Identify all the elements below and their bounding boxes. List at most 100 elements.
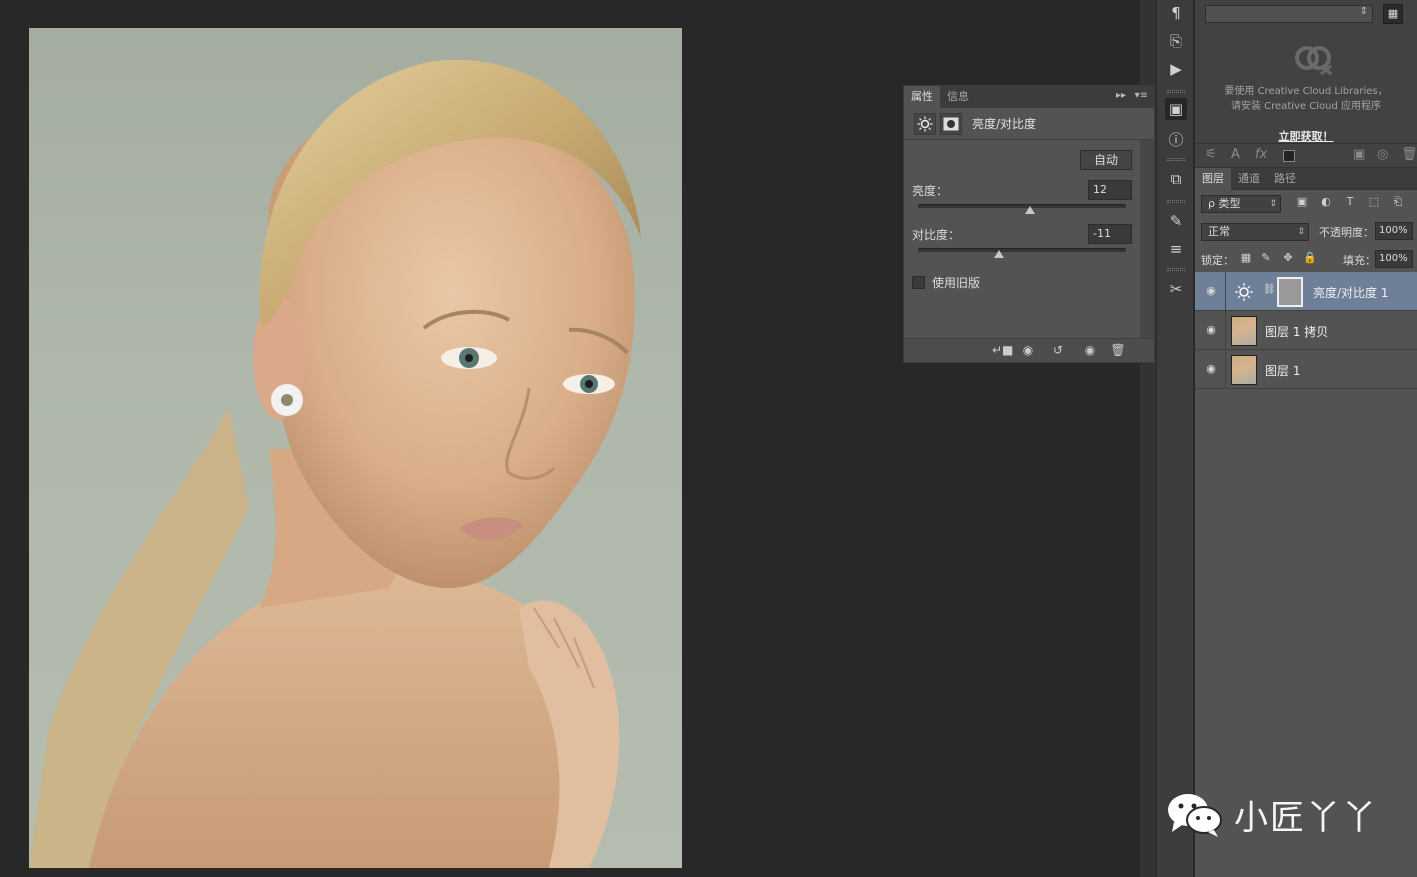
add-color-icon[interactable] <box>1283 150 1295 162</box>
properties-header: 亮度/对比度 <box>904 108 1154 140</box>
smart-object-filter-icon[interactable]: ⎗ <box>1391 195 1405 209</box>
add-layer-style-icon[interactable]: fx <box>1255 147 1267 162</box>
portrait-illustration <box>29 59 641 868</box>
layer-row[interactable]: ◉ 图层 1 <box>1195 350 1417 389</box>
auto-button[interactable]: 自动 <box>1080 150 1132 170</box>
tab-properties[interactable]: 属性 <box>904 86 940 108</box>
panel-grip[interactable] <box>1167 268 1185 271</box>
layer-filter-row: ρ 类型 ⇕ ▣ ◐ T ⬚ ⎗ <box>1195 190 1417 218</box>
layer-thumbnail[interactable] <box>1231 316 1257 346</box>
panel-grip[interactable] <box>1167 200 1185 203</box>
mask-thumbnail[interactable] <box>1277 277 1303 307</box>
eye-icon[interactable]: ◉ <box>1203 284 1219 298</box>
library-select[interactable] <box>1205 5 1373 23</box>
blend-mode-select[interactable]: 正常 ⇕ <box>1201 223 1309 241</box>
pixel-filter-icon[interactable]: ▣ <box>1295 195 1309 209</box>
view-previous-state-icon[interactable]: ◉ <box>1020 343 1036 357</box>
watermark-text: 小匠丫丫 <box>1234 798 1378 838</box>
lock-row: 锁定： ▦ ✎ ✥ 🔒 填充： 100% <box>1195 246 1417 274</box>
tab-paths[interactable]: 路径 <box>1267 168 1303 190</box>
brightness-adjustment-icon[interactable] <box>914 112 936 135</box>
brightness-slider-thumb[interactable] <box>1025 206 1036 214</box>
collapse-icon[interactable]: ▸▸ <box>1116 90 1126 101</box>
paragraph-icon[interactable]: ¶ <box>1165 2 1187 24</box>
brightness-input[interactable]: 12 <box>1088 180 1132 200</box>
history-icon[interactable]: ⎘ <box>1165 30 1187 52</box>
layer-name[interactable]: 图层 1 <box>1265 362 1300 379</box>
properties-panel: 属性 信息 ▸▸ ▾≡ 亮度/对比度 自动 亮度： 12 对比度： -11 使用… <box>903 85 1155 363</box>
contrast-slider[interactable] <box>918 248 1126 258</box>
brush-presets-icon[interactable]: ✎ <box>1165 210 1187 232</box>
properties-scrollbar[interactable] <box>1140 140 1154 338</box>
panel-icon-column: ¶ ⎘ ▶ ▣ ⓘ ⧉ ✎ ≡ ✂ <box>1156 0 1194 877</box>
eye-separator <box>1225 350 1226 389</box>
use-legacy-label: 使用旧版 <box>932 276 981 290</box>
properties-tabs: 属性 信息 ▸▸ ▾≡ <box>904 86 1154 108</box>
layer-name[interactable]: 亮度/对比度 1 <box>1313 284 1389 301</box>
lock-all-icon[interactable]: 🔒 <box>1303 251 1317 265</box>
delete-library-icon[interactable]: 🗑 <box>1401 147 1417 162</box>
portrait-photo[interactable] <box>29 28 682 868</box>
layer-filter-select[interactable]: ρ 类型 ⇕ <box>1201 195 1281 213</box>
adjustment-title: 亮度/对比度 <box>972 117 1037 131</box>
info-icon[interactable]: ⓘ <box>1165 128 1187 150</box>
eye-separator <box>1225 272 1226 311</box>
shape-filter-icon[interactable]: ⬚ <box>1367 195 1381 209</box>
libraries-toolbar: ▦ <box>1195 0 1417 28</box>
libraries-footer: ⚟ A fx ▣ ◎ 🗑 <box>1195 144 1417 168</box>
lock-position-icon[interactable]: ✥ <box>1281 251 1295 265</box>
fill-input[interactable]: 100% <box>1375 250 1413 268</box>
panel-grip[interactable] <box>1167 90 1185 93</box>
tool-presets-icon[interactable]: ✂ <box>1165 278 1187 300</box>
contrast-input[interactable]: -11 <box>1088 224 1132 244</box>
layer-row[interactable]: ◉ 图层 1 拷贝 <box>1195 311 1417 350</box>
fill-label: 填充： <box>1343 254 1376 267</box>
opacity-input[interactable]: 100% <box>1375 222 1413 240</box>
chain-link-icon[interactable]: ⛓ <box>1263 284 1276 295</box>
eye-icon[interactable]: ◉ <box>1203 362 1219 376</box>
layer-thumbnail[interactable] <box>1231 355 1257 385</box>
layer-name[interactable]: 图层 1 拷贝 <box>1265 323 1328 340</box>
layers-tabs: 图层 通道 路径 <box>1195 167 1417 190</box>
brush-settings-icon[interactable]: ≡ <box>1165 238 1187 260</box>
brightness-slider[interactable] <box>918 204 1126 214</box>
type-filter-icon[interactable]: T <box>1343 195 1357 209</box>
grid-view-icon[interactable]: ▦ <box>1383 4 1403 24</box>
add-character-style-icon[interactable]: A <box>1231 147 1240 162</box>
tab-layers[interactable]: 图层 <box>1195 167 1231 190</box>
lock-image-icon[interactable]: ✎ <box>1259 251 1273 265</box>
tab-channels[interactable]: 通道 <box>1231 168 1267 190</box>
clip-to-layer-icon[interactable]: ↵■ <box>992 343 1013 357</box>
add-graphic-icon[interactable]: ⚟ <box>1205 147 1217 162</box>
stock-icon[interactable]: ▣ <box>1353 147 1365 162</box>
properties-panel-icon[interactable]: ▣ <box>1165 98 1187 120</box>
use-legacy-checkbox[interactable] <box>912 276 925 289</box>
adjustment-filter-icon[interactable]: ◐ <box>1319 195 1333 209</box>
layer-row[interactable]: ◉ ⛓ 亮度/对比度 1 <box>1195 272 1417 311</box>
contrast-label: 对比度： <box>912 228 961 242</box>
blend-mode-value: 正常 <box>1208 225 1230 238</box>
libraries-message: 要使用 Creative Cloud Libraries， 请安装 Creati… <box>1195 84 1417 114</box>
eye-icon[interactable]: ◉ <box>1203 323 1219 337</box>
panel-grip[interactable] <box>1167 158 1185 161</box>
reset-icon[interactable]: ↺ <box>1050 343 1066 357</box>
clone-source-icon[interactable]: ⧉ <box>1165 168 1187 190</box>
creative-cloud-icon <box>1295 46 1332 76</box>
brightness-layer-icon <box>1231 277 1257 307</box>
tab-info[interactable]: 信息 <box>940 86 976 108</box>
actions-play-icon[interactable]: ▶ <box>1165 58 1187 80</box>
lock-transparent-icon[interactable]: ▦ <box>1239 251 1253 265</box>
eye-separator <box>1225 311 1226 350</box>
sync-icon[interactable]: ◎ <box>1377 147 1388 162</box>
libraries-panel: 要使用 Creative Cloud Libraries， 请安装 Creati… <box>1195 28 1417 144</box>
layer-mask-icon[interactable] <box>940 112 962 135</box>
delete-adjustment-icon[interactable]: 🗑 <box>1110 343 1126 357</box>
toggle-visibility-icon[interactable]: ◉ <box>1082 343 1098 357</box>
properties-footer: ↵■ ◉ ↺ ◉ 🗑 <box>904 338 1154 362</box>
watermark: 小匠丫丫 <box>1166 790 1378 839</box>
panel-menu-icon[interactable]: ▾≡ <box>1135 90 1148 101</box>
contrast-slider-thumb[interactable] <box>994 250 1005 258</box>
libraries-message-line-1: 要使用 Creative Cloud Libraries， <box>1224 86 1388 97</box>
blend-row: 正常 ⇕ 不透明度： 100% <box>1195 218 1417 246</box>
get-it-now-link[interactable]: 立即获取！ <box>1195 128 1417 144</box>
